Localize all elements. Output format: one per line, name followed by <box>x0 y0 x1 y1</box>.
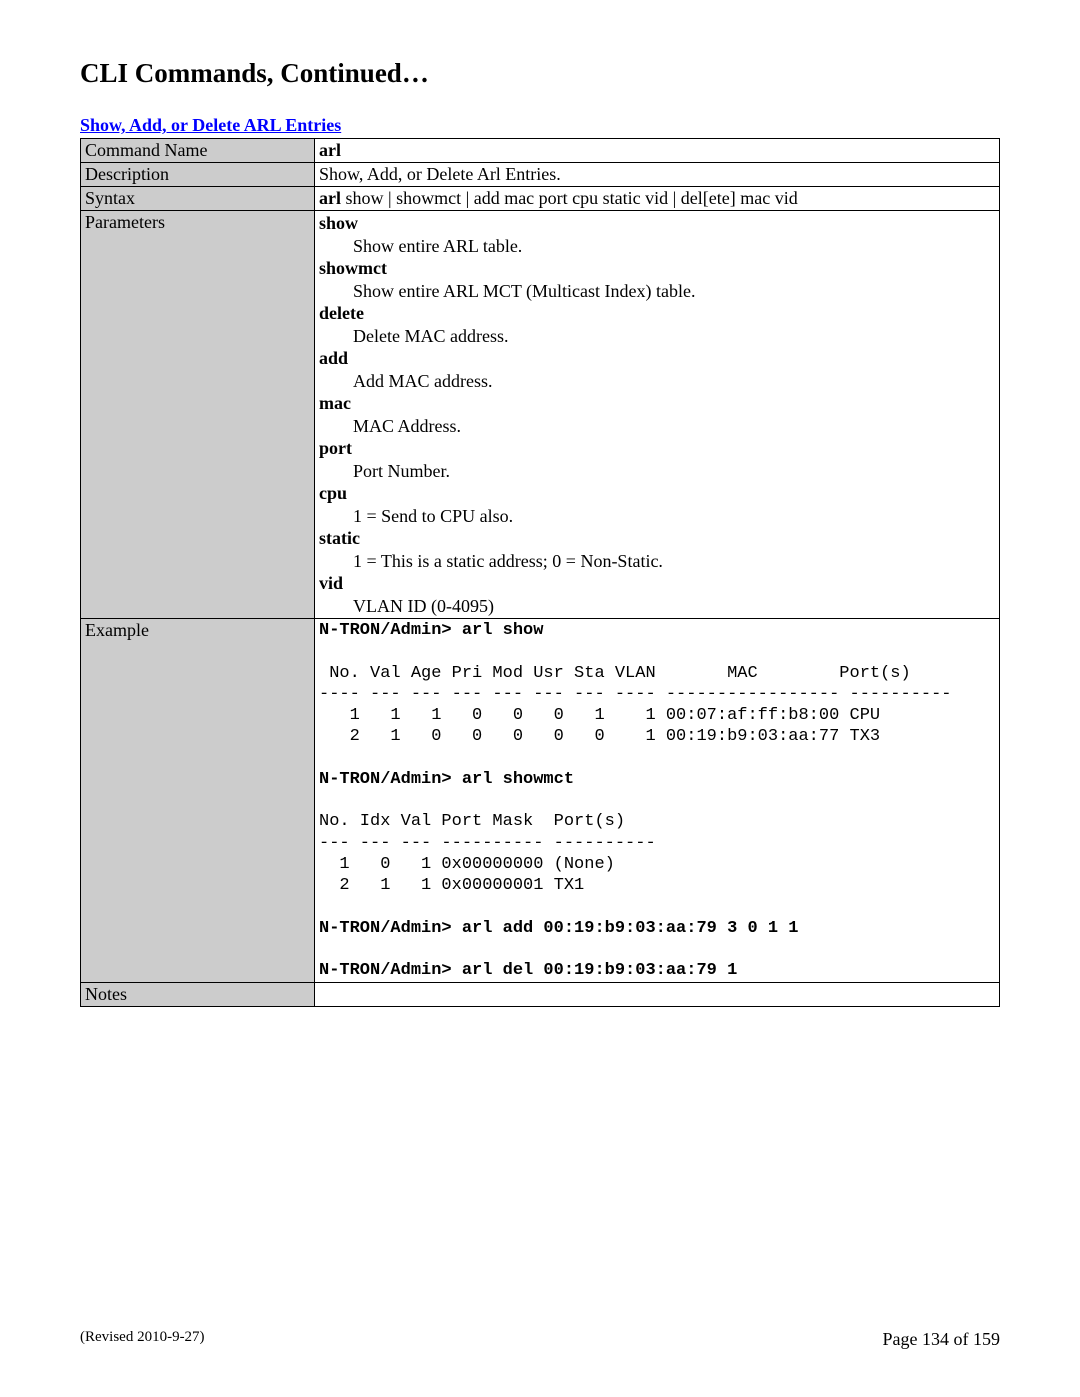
row-label-notes: Notes <box>81 983 315 1007</box>
row-value-example: N-TRON/Admin> arl show No. Val Age Pri M… <box>315 619 1000 983</box>
row-label-command-name: Command Name <box>81 139 315 163</box>
param-desc: 1 = Send to CPU also. <box>319 505 995 528</box>
param-name: port <box>319 437 995 460</box>
row-label-parameters: Parameters <box>81 211 315 619</box>
row-value-parameters: showShow entire ARL table.showmctShow en… <box>315 211 1000 619</box>
row-label-description: Description <box>81 163 315 187</box>
cli-output-line: 1 1 1 0 0 0 1 1 00:07:af:ff:b8:00 CPU <box>319 706 880 725</box>
cli-prompt-line: N-TRON/Admin> arl show <box>319 621 543 640</box>
param-name: vid <box>319 572 995 595</box>
cli-prompt-line: N-TRON/Admin> arl showmct <box>319 770 574 789</box>
command-table: Command Name arl Description Show, Add, … <box>80 138 1000 1007</box>
param-desc: Show entire ARL MCT (Multicast Index) ta… <box>319 280 995 303</box>
cli-output-line: No. Idx Val Port Mask Port(s) <box>319 812 625 831</box>
cli-output-line: 2 1 1 0x00000001 TX1 <box>319 876 584 895</box>
page-title: CLI Commands, Continued… <box>80 58 1000 89</box>
row-value-notes <box>315 983 1000 1007</box>
param-name: mac <box>319 392 995 415</box>
param-desc: 1 = This is a static address; 0 = Non-St… <box>319 550 995 573</box>
footer: (Revised 2010-9-27) Page 134 of 159 <box>80 1329 1000 1350</box>
param-desc: Show entire ARL table. <box>319 235 995 258</box>
cli-output-line: No. Val Age Pri Mod Usr Sta VLAN MAC Por… <box>319 664 911 683</box>
cli-output-line: ---- --- --- --- --- --- --- ---- ------… <box>319 685 952 704</box>
param-name: showmct <box>319 257 995 280</box>
param-name: cpu <box>319 482 995 505</box>
param-desc: MAC Address. <box>319 415 995 438</box>
cli-output-line: 1 0 1 0x00000000 (None) <box>319 855 615 874</box>
param-name: show <box>319 212 995 235</box>
cli-prompt-line: N-TRON/Admin> arl del 00:19:b9:03:aa:79 … <box>319 961 737 980</box>
row-value-description: Show, Add, or Delete Arl Entries. <box>315 163 1000 187</box>
param-desc: Port Number. <box>319 460 995 483</box>
param-desc: VLAN ID (0-4095) <box>319 595 995 618</box>
param-name: add <box>319 347 995 370</box>
section-link-arl[interactable]: Show, Add, or Delete ARL Entries <box>80 115 341 136</box>
param-name: static <box>319 527 995 550</box>
param-name: delete <box>319 302 995 325</box>
footer-page: Page 134 of 159 <box>883 1329 1000 1350</box>
cli-output-line: --- --- --- ---------- ---------- <box>319 834 656 853</box>
row-label-syntax: Syntax <box>81 187 315 211</box>
row-label-example: Example <box>81 619 315 983</box>
param-desc: Delete MAC address. <box>319 325 995 348</box>
row-value-syntax: arl show | showmct | add mac port cpu st… <box>315 187 1000 211</box>
footer-revised: (Revised 2010-9-27) <box>80 1329 205 1350</box>
row-value-command-name: arl <box>315 139 1000 163</box>
cli-prompt-line: N-TRON/Admin> arl add 00:19:b9:03:aa:79 … <box>319 919 798 938</box>
cli-output-line: 2 1 0 0 0 0 0 1 00:19:b9:03:aa:77 TX3 <box>319 727 880 746</box>
param-desc: Add MAC address. <box>319 370 995 393</box>
